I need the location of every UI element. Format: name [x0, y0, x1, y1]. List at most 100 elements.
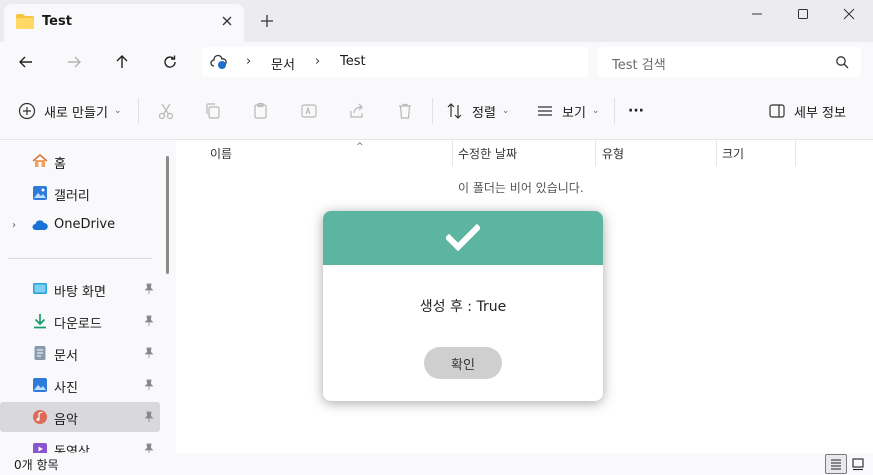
pin-icon [144, 443, 154, 453]
sidebar-item-pictures[interactable]: 사진 [0, 370, 160, 400]
sort-ascending-icon: ^ [356, 142, 364, 152]
breadcrumb-separator: › [246, 54, 252, 69]
chevron-right-icon[interactable]: › [12, 220, 16, 231]
search-placeholder: Test 검색 [612, 58, 666, 73]
tab-test[interactable]: Test [4, 4, 244, 42]
message-dialog: 생성 후 : True 확인 [323, 211, 603, 401]
chevron-down-icon: ⌄ [501, 106, 510, 116]
sidebar-item-label: OneDrive [54, 217, 116, 232]
ok-button[interactable]: 확인 [424, 347, 502, 379]
chevron-down-icon: ⌄ [591, 106, 600, 116]
up-button[interactable] [109, 50, 135, 74]
details-label: 세부 정보 [794, 105, 846, 121]
column-header-name[interactable]: ^ 이름 [210, 142, 364, 162]
delete-button[interactable] [395, 101, 415, 121]
cloud-icon [32, 220, 48, 230]
new-label: 새로 만들기 [44, 105, 108, 121]
tiles-view-button[interactable] [847, 454, 869, 474]
sidebar-item-label: 홈 [54, 157, 66, 172]
details-pane-icon [769, 104, 785, 118]
sort-label: 정렬 [472, 105, 496, 121]
column-divider[interactable] [795, 140, 796, 166]
empty-folder-message: 이 폴더는 비어 있습니다. [458, 181, 584, 195]
command-bar: 새로 만들기 ⌄ 정렬 ⌄ 보기 ⌄ ··· 세부 정보 [0, 82, 873, 140]
sidebar-item-desktop[interactable]: 바탕 화면 [0, 274, 160, 304]
paste-button[interactable] [251, 101, 271, 121]
sidebar-item-label: 갤러리 [54, 189, 90, 204]
sidebar-item-music[interactable]: 음악 [0, 402, 160, 432]
rename-icon [301, 104, 317, 118]
close-icon [843, 8, 855, 20]
arrow-right-icon [68, 56, 81, 68]
details-pane-button[interactable]: 세부 정보 [768, 100, 846, 122]
pin-icon [144, 379, 154, 390]
arrow-left-icon [19, 56, 32, 68]
close-tab-icon[interactable] [220, 14, 234, 28]
share-icon [350, 103, 363, 118]
copy-icon [206, 103, 220, 119]
sidebar-item-downloads[interactable]: 다운로드 [0, 306, 160, 336]
sidebar-scrollbar[interactable] [166, 156, 169, 274]
sidebar-item-gallery[interactable]: 갤러리 [0, 178, 160, 208]
sidebar-item-label: 문서 [54, 349, 78, 364]
sort-button[interactable]: 정렬 ⌄ [446, 100, 509, 122]
minimize-icon [752, 13, 762, 15]
sidebar-item-videos[interactable]: 동영상 [0, 434, 160, 453]
back-button[interactable] [13, 50, 39, 74]
video-icon [33, 443, 47, 453]
folder-icon [16, 14, 34, 29]
new-button[interactable]: 새로 만들기 ⌄ [18, 100, 121, 122]
address-bar[interactable]: › 문서 › Test [202, 47, 588, 77]
pictures-icon [33, 378, 47, 392]
breadcrumb-documents[interactable]: 문서 [271, 54, 295, 73]
divider [432, 98, 433, 124]
more-icon: ··· [628, 103, 644, 119]
sidebar-item-documents[interactable]: 문서 [0, 338, 160, 368]
search-icon [836, 56, 849, 69]
view-button[interactable]: 보기 ⌄ [536, 100, 599, 122]
details-view-button[interactable] [825, 454, 847, 474]
navigation-bar: › 문서 › Test Test 검색 [0, 42, 873, 82]
sidebar-item-label: 사진 [54, 381, 78, 396]
view-icon [538, 106, 552, 116]
column-divider[interactable] [716, 140, 717, 166]
item-count: 0개 항목 [14, 458, 59, 472]
breadcrumb-test[interactable]: Test [340, 54, 366, 69]
more-options-button[interactable]: ··· [628, 100, 644, 122]
sidebar-item-label: 바탕 화면 [54, 285, 106, 300]
column-header-date[interactable]: 수정한 날짜 [458, 145, 517, 162]
divider [138, 98, 139, 124]
sidebar-item-onedrive[interactable]: › OneDrive [0, 210, 160, 240]
trash-icon [399, 103, 411, 119]
chevron-down-icon: ⌄ [113, 106, 122, 116]
column-header-size[interactable]: 크기 [722, 145, 744, 162]
download-icon [34, 314, 46, 329]
copy-button[interactable] [203, 101, 223, 121]
status-bar: 0개 항목 [0, 453, 873, 475]
column-divider[interactable] [452, 140, 453, 166]
cut-icon [158, 103, 174, 120]
cut-button[interactable] [156, 101, 176, 121]
maximize-button[interactable] [780, 0, 826, 28]
gallery-icon [33, 186, 47, 200]
sort-icon [447, 103, 462, 119]
column-header-type[interactable]: 유형 [602, 145, 624, 162]
dialog-header [323, 211, 603, 265]
forward-button[interactable] [61, 50, 87, 74]
minimize-button[interactable] [734, 0, 780, 28]
new-tab-icon[interactable] [258, 12, 276, 30]
rename-button[interactable] [299, 101, 319, 121]
divider [8, 258, 152, 259]
share-button[interactable] [347, 101, 367, 121]
details-view-icon [831, 459, 841, 470]
column-divider[interactable] [595, 140, 596, 166]
close-window-button[interactable] [826, 0, 872, 28]
divider [614, 98, 615, 124]
paste-icon [254, 102, 267, 119]
pin-icon [144, 315, 154, 326]
navigation-pane: 홈 갤러리 › OneDrive 바탕 화면 다운로드 문서 사진 음악 동영상 [0, 140, 176, 453]
sidebar-item-home[interactable]: 홈 [0, 146, 160, 176]
tiles-view-icon [852, 458, 864, 471]
search-input[interactable]: Test 검색 [598, 47, 861, 77]
refresh-button[interactable] [157, 50, 183, 74]
